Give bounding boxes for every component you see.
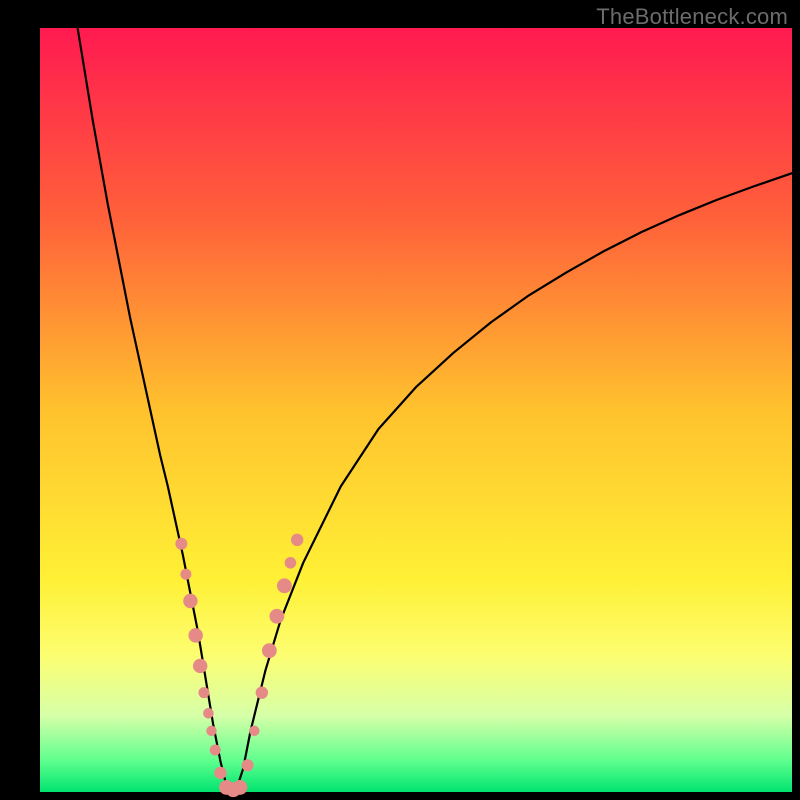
data-marker xyxy=(188,628,202,642)
data-marker xyxy=(291,534,303,546)
data-marker xyxy=(256,686,268,698)
data-marker xyxy=(175,538,187,550)
data-marker xyxy=(206,726,216,736)
data-marker xyxy=(285,557,297,569)
data-marker xyxy=(203,708,214,719)
data-marker xyxy=(277,578,292,593)
data-marker xyxy=(210,744,221,755)
data-marker xyxy=(249,726,259,736)
plot-background xyxy=(40,28,792,792)
data-marker xyxy=(183,594,197,608)
data-marker xyxy=(242,759,254,771)
data-marker xyxy=(180,569,191,580)
data-marker xyxy=(269,609,284,624)
data-marker xyxy=(193,659,207,673)
watermark-label: TheBottleneck.com xyxy=(596,4,788,30)
bottleneck-chart xyxy=(0,0,800,800)
chart-container: TheBottleneck.com xyxy=(0,0,800,800)
data-marker xyxy=(233,780,248,795)
data-marker xyxy=(214,767,226,779)
data-marker xyxy=(198,687,209,698)
data-marker xyxy=(262,643,277,658)
